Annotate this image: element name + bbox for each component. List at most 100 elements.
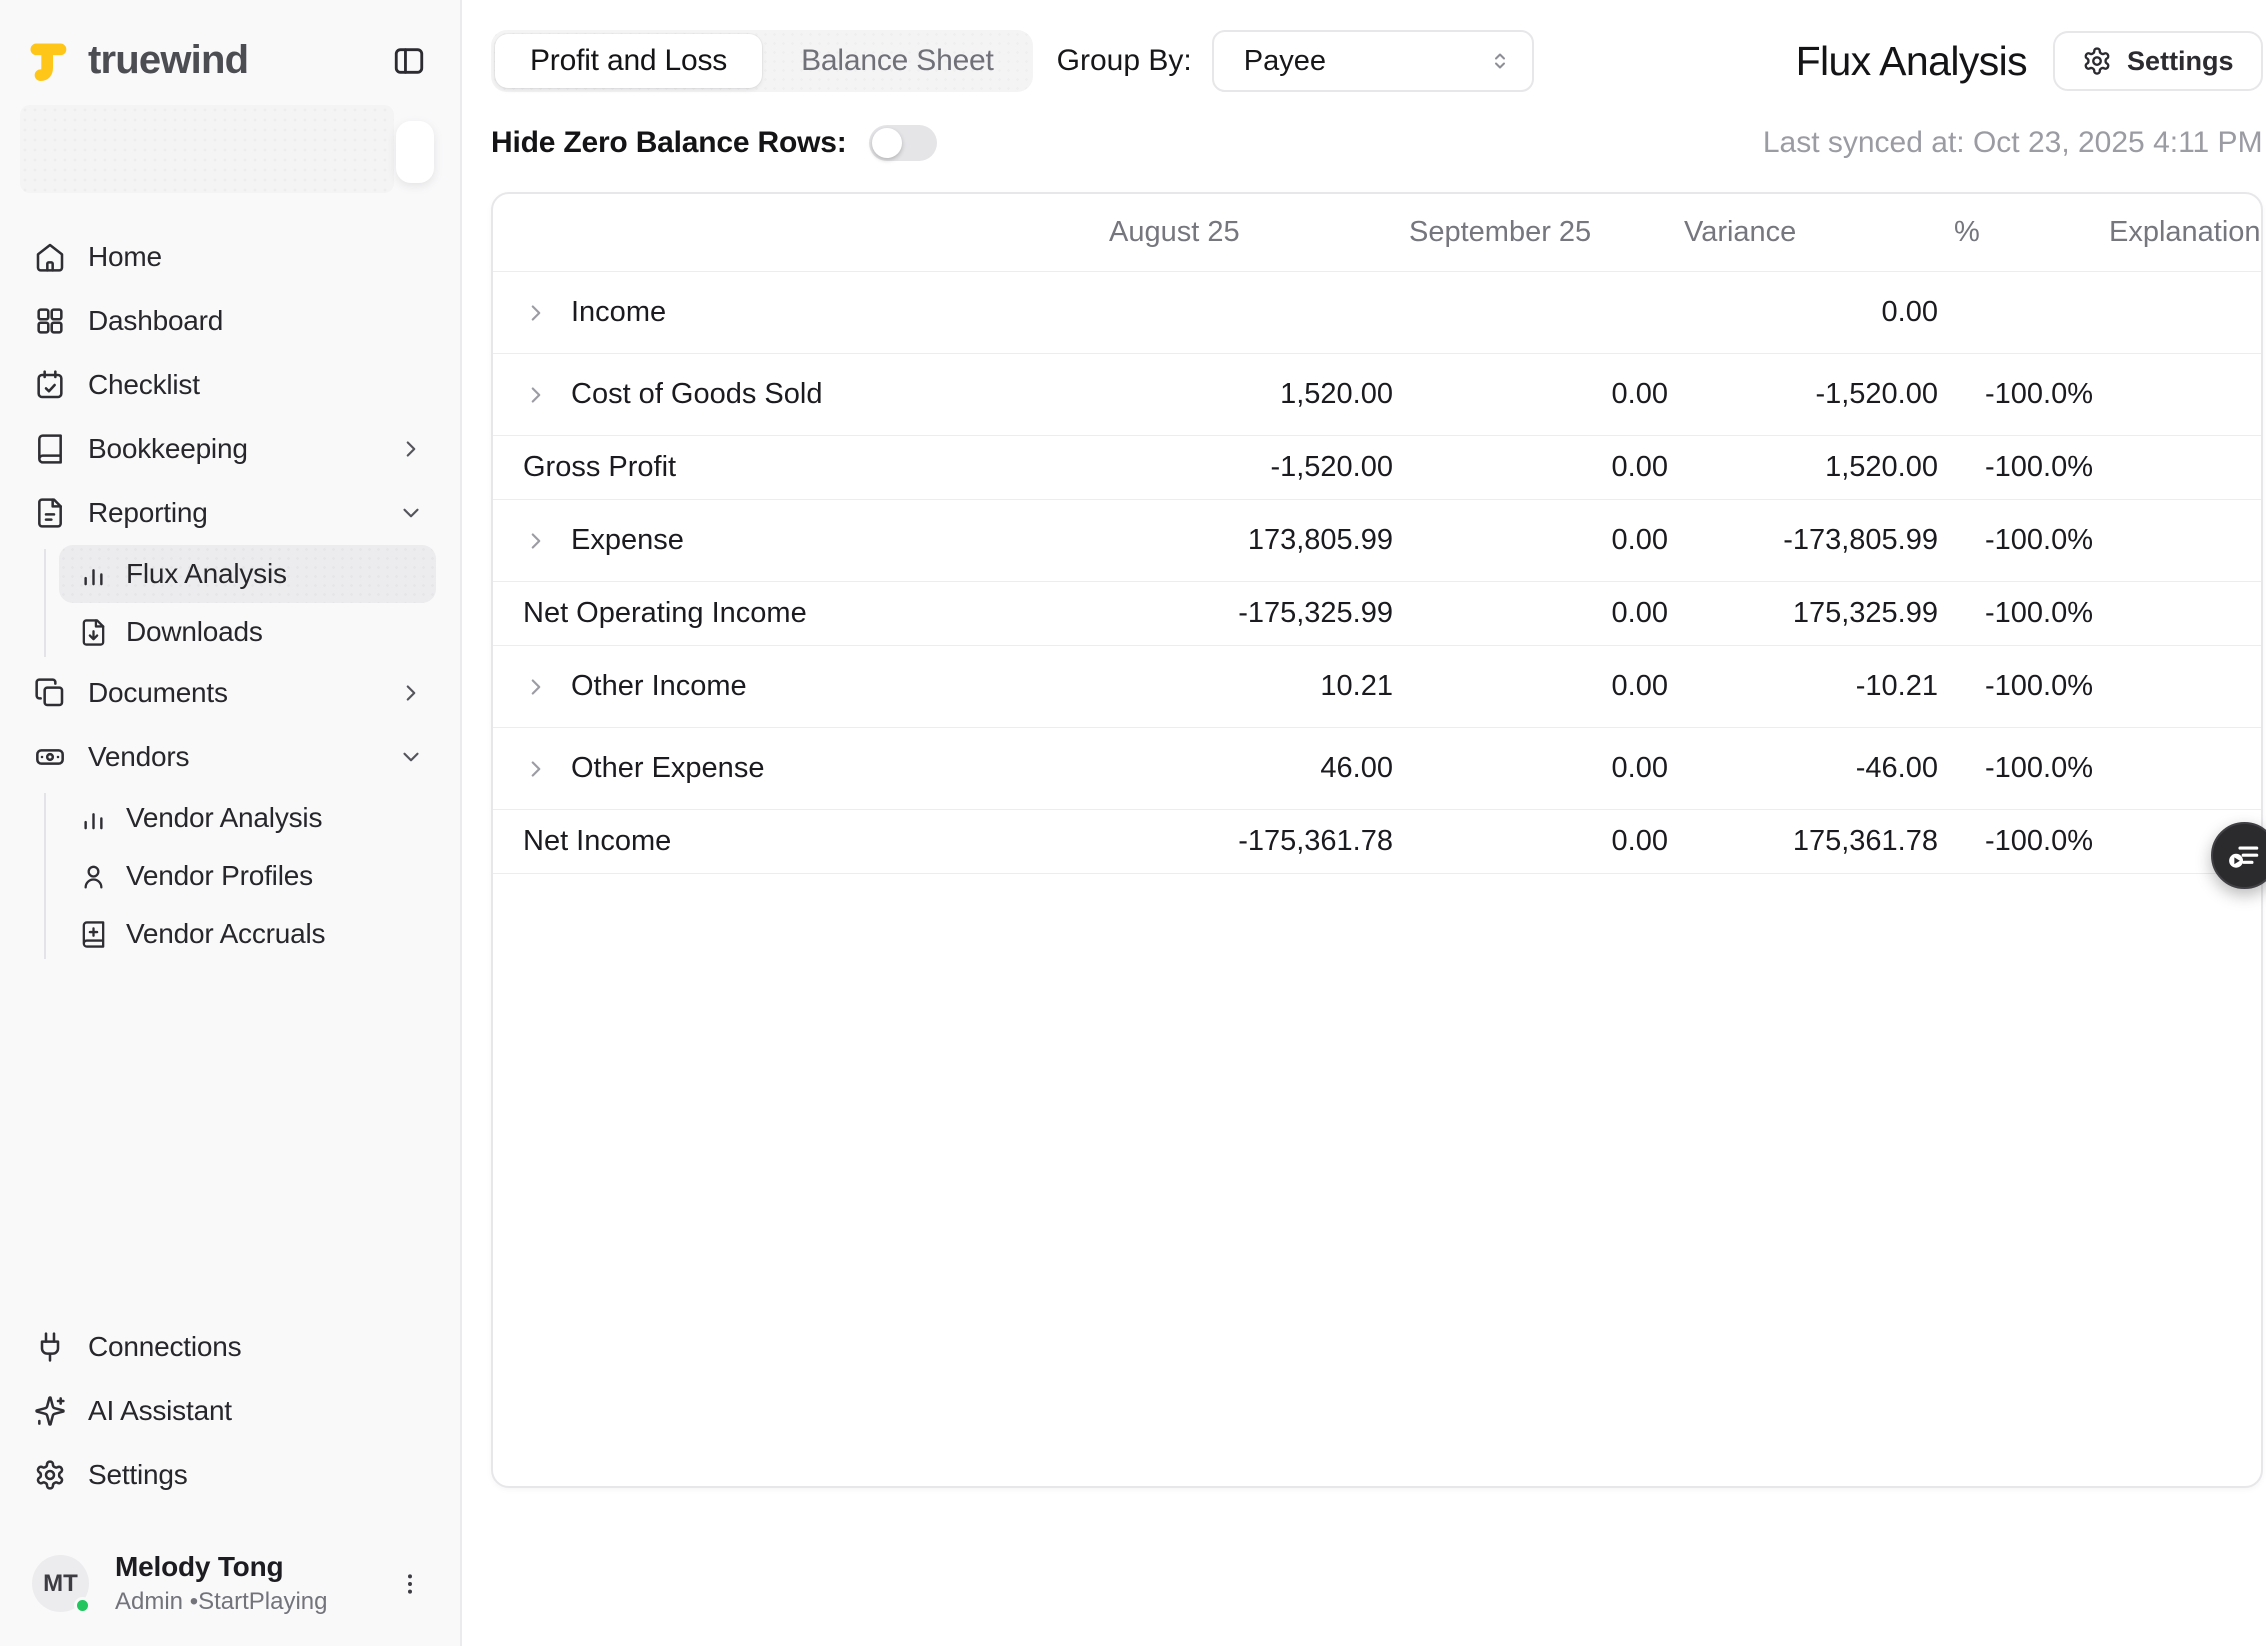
cell-percent: -100.0% (1984, 670, 2093, 702)
sidebar-item-downloads[interactable]: Downloads (59, 603, 436, 661)
sparkles-icon (34, 1395, 66, 1427)
row-expand-chevron-icon[interactable] (523, 756, 549, 782)
workspace-expand-button[interactable] (396, 121, 434, 183)
cell-variance: 175,325.99 (1792, 597, 1938, 629)
user-text: Melody Tong Admin •StartPlaying (115, 1551, 364, 1616)
column-header-august-25: August 25 (1109, 216, 1240, 248)
cell-variance: 1,520.00 (1825, 451, 1938, 483)
cell-variance: 0.00 (1881, 296, 1938, 328)
sidebar-item-documents[interactable]: Documents (24, 661, 436, 725)
row-name: Net Operating Income (523, 597, 807, 629)
brand-name: truewind (88, 38, 249, 82)
cell-variance: 175,361.78 (1792, 825, 1938, 857)
cell-percent: -100.0% (1984, 752, 2093, 784)
table-row-other-expense: Other Expense 46.00 0.00 -46.00 -100.0% (493, 728, 2261, 810)
sidebar-item-vendor-analysis[interactable]: Vendor Analysis (59, 789, 436, 847)
sidebar-item-label: Vendors (88, 741, 190, 772)
sidebar-item-settings[interactable]: Settings (24, 1443, 436, 1507)
brand-logo: truewind (28, 38, 249, 83)
row-name: Cost of Goods Sold (571, 378, 823, 410)
cell-variance: -46.00 (1855, 752, 1938, 784)
sidebar-item-reporting[interactable]: Reporting (24, 481, 436, 545)
cell-august-25: 10.21 (1320, 670, 1393, 702)
avatar-initials: MT (43, 1569, 78, 1597)
sidebar-item-label: Home (88, 241, 162, 272)
row-expand-chevron-icon[interactable] (523, 528, 549, 554)
sidebar-item-label: AI Assistant (88, 1395, 232, 1426)
sidebar-item-ai-assistant[interactable]: Settings AI Assistant (24, 1379, 436, 1443)
row-name: Other Expense (571, 752, 765, 784)
dots-vertical-icon (396, 1570, 424, 1598)
home-icon (34, 241, 66, 273)
row-name: Gross Profit (523, 451, 677, 483)
sidebar-item-label: Vendor Analysis (126, 802, 323, 833)
tab-balance-sheet[interactable]: Balance Sheet (766, 34, 1029, 88)
row-name: Expense (571, 524, 684, 556)
group-by-control: Group By: Payee (1057, 30, 1534, 92)
cell-variance: -1,520.00 (1815, 378, 1938, 410)
sidebar-nav: Home Dashboard Checklist Bookkeeping Rep… (0, 225, 460, 963)
gear-icon (34, 1459, 66, 1491)
sidebar-item-connections[interactable]: Connections (24, 1315, 436, 1379)
toolbar: Profit and Loss Balance Sheet Group By: … (491, 30, 2263, 92)
calendar-check-icon (34, 369, 66, 401)
cell-august-25: -1,520.00 (1270, 451, 1393, 483)
cell-variance: -173,805.99 (1783, 524, 1938, 556)
flux-settings-button[interactable]: Settings (2053, 31, 2263, 91)
sidebar-bottom-nav: Connections Settings AI Assistant Settin… (0, 1315, 460, 1507)
dashboard-icon (34, 305, 66, 337)
row-name-cell: Net Operating Income (493, 597, 1093, 630)
report-document-icon (34, 497, 66, 529)
sidebar-item-bookkeeping[interactable]: Bookkeeping (24, 417, 436, 481)
group-by-select[interactable]: Payee (1211, 30, 1534, 92)
column-header-percent: % (1954, 216, 1980, 248)
row-name-cell: Gross Profit (493, 451, 1093, 484)
chevron-right-icon (398, 680, 424, 706)
app-root: truewind Home Dashboard Checklist Bookke… (0, 0, 2266, 1646)
sidebar-item-vendor-profiles[interactable]: Vendor Profiles (59, 847, 436, 905)
row-expand-chevron-icon[interactable] (523, 382, 549, 408)
sidebar-item-label: Connections (88, 1331, 242, 1362)
sidebar-collapse-button[interactable] (392, 44, 426, 78)
sidebar-item-vendor-accruals[interactable]: Vendor Accruals (59, 905, 436, 963)
plug-icon (34, 1331, 66, 1363)
user-profile[interactable]: MT Melody Tong Admin •StartPlaying (0, 1507, 460, 1646)
sidebar-item-vendors[interactable]: Vendors (24, 725, 436, 789)
row-name-cell: Income (493, 296, 1093, 329)
table-row-expense: Expense 173,805.99 0.00 -173,805.99 -100… (493, 500, 2261, 582)
workspace-selector-skeleton (20, 105, 440, 193)
titlebar: Flux Analysis Settings (1796, 31, 2263, 91)
chevron-down-icon (398, 744, 424, 770)
reporting-subgroup: Flux Analysis Downloads (24, 545, 436, 661)
cell-percent: -100.0% (1984, 451, 2093, 483)
report-tabs: Profit and Loss Balance Sheet (491, 30, 1033, 92)
table-row-income: Income 0.00 (493, 272, 2261, 354)
column-header-september-25: September 25 (1409, 216, 1592, 248)
chevrons-up-down-icon (1488, 49, 1512, 73)
user-menu-button[interactable] (390, 1564, 430, 1604)
row-expand-chevron-icon[interactable] (523, 300, 549, 326)
row-name-cell: Net Income (493, 825, 1093, 858)
cell-august-25: -175,325.99 (1238, 597, 1393, 629)
row-expand-chevron-icon[interactable] (523, 674, 549, 700)
hide-zero-toggle[interactable] (868, 125, 937, 161)
vendors-subgroup: Vendor Analysis Vendor Profiles Vendor A… (24, 789, 436, 963)
sidebar-item-label: Flux Analysis (126, 558, 287, 589)
sidebar-item-label: Settings (88, 1459, 188, 1490)
cell-august-25: 46.00 (1320, 752, 1393, 784)
settings-button-label: Settings (2127, 45, 2234, 76)
sidebar-item-home[interactable]: Home (24, 225, 436, 289)
sidebar-item-checklist[interactable]: Checklist (24, 353, 436, 417)
user-icon (79, 862, 108, 891)
cell-september-25: 0.00 (1611, 451, 1668, 483)
cell-august-25: 1,520.00 (1280, 378, 1393, 410)
page-title: Flux Analysis (1795, 37, 2028, 84)
user-role: Admin •StartPlaying (115, 1588, 328, 1615)
chevron-down-icon (398, 500, 424, 526)
sidebar-item-dashboard[interactable]: Dashboard (24, 289, 436, 353)
sidebar-item-label: Vendor Accruals (126, 918, 326, 949)
playlist-play-icon (2225, 837, 2263, 875)
sidebar-item-flux-analysis[interactable]: Flux Analysis (59, 545, 436, 603)
cell-september-25: 0.00 (1611, 524, 1668, 556)
tab-profit-and-loss[interactable]: Profit and Loss (495, 34, 763, 88)
